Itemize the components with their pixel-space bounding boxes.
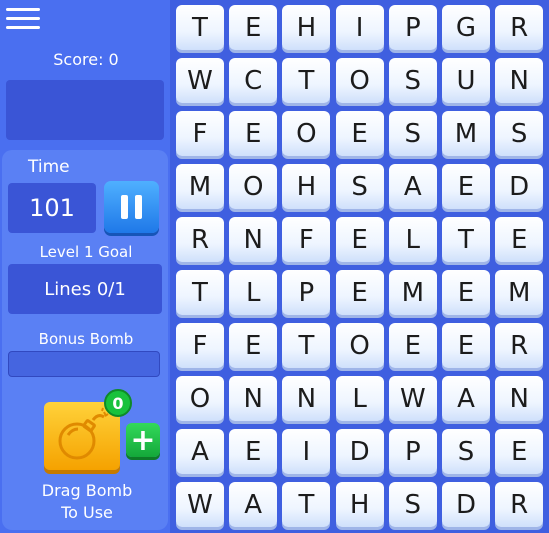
letter-tile[interactable]: N	[495, 58, 544, 103]
letter-tile[interactable]: I	[282, 429, 331, 474]
letter-tile[interactable]: P	[388, 5, 437, 50]
letter-tile[interactable]: E	[442, 323, 490, 368]
letter-tile[interactable]: S	[388, 58, 437, 103]
time-label: Time	[28, 157, 70, 177]
letter-tile[interactable]: O	[176, 376, 224, 421]
letter-tile[interactable]: M	[388, 270, 437, 315]
drag-bomb-line2: To Use	[61, 503, 113, 522]
letter-tile[interactable]: R	[176, 217, 224, 262]
letter-tile[interactable]: S	[335, 164, 384, 209]
pause-button[interactable]	[104, 181, 159, 233]
letter-tile[interactable]: H	[282, 5, 331, 50]
letter-tile[interactable]: S	[388, 482, 437, 527]
letter-tile[interactable]: E	[442, 270, 490, 315]
letter-tile[interactable]: T	[282, 323, 331, 368]
letter-tile[interactable]: T	[282, 482, 331, 527]
letter-tile[interactable]: F	[282, 217, 331, 262]
letter-tile[interactable]: E	[335, 111, 384, 156]
letter-tile[interactable]: A	[442, 376, 490, 421]
time-value: 101	[8, 183, 96, 233]
score-label: Score: 0	[53, 50, 119, 69]
lines-goal: Lines 0/1	[8, 264, 162, 314]
letter-tile[interactable]: H	[282, 164, 331, 209]
letter-tile[interactable]: T	[176, 270, 224, 315]
letter-tile[interactable]: A	[388, 164, 437, 209]
letter-tile[interactable]: E	[388, 323, 437, 368]
letter-tile[interactable]: E	[229, 5, 278, 50]
letter-tile[interactable]: L	[388, 217, 437, 262]
pause-icon-bar	[121, 195, 128, 219]
letter-tile[interactable]: R	[495, 482, 544, 527]
letter-grid: TEHIPGRWCTOSUNFEOESMSMOHSAEDRNFELTETLPEM…	[170, 0, 549, 533]
letter-tile[interactable]: O	[229, 164, 278, 209]
letter-tile[interactable]: T	[282, 58, 331, 103]
letter-tile[interactable]: C	[229, 58, 278, 103]
letter-tile[interactable]: L	[229, 270, 278, 315]
letter-tile[interactable]: W	[176, 58, 224, 103]
letter-tile[interactable]: E	[335, 217, 384, 262]
letter-tile[interactable]: E	[229, 429, 278, 474]
letter-tile[interactable]: A	[229, 482, 278, 527]
pause-icon-bar	[135, 195, 142, 219]
letter-tile[interactable]: G	[442, 5, 490, 50]
letter-tile[interactable]: U	[442, 58, 490, 103]
letter-tile[interactable]: E	[229, 323, 278, 368]
letter-tile[interactable]: O	[335, 323, 384, 368]
letter-tile[interactable]: R	[495, 5, 544, 50]
letter-tile[interactable]: E	[442, 164, 490, 209]
letter-tile[interactable]: P	[388, 429, 437, 474]
letter-tile[interactable]: T	[442, 217, 490, 262]
letter-tile[interactable]: N	[282, 376, 331, 421]
bonus-bomb-progress	[8, 351, 160, 377]
drag-bomb-line1: Drag Bomb	[41, 481, 133, 500]
letter-tile[interactable]: P	[282, 270, 331, 315]
letter-tile[interactable]: E	[495, 429, 544, 474]
letter-tile[interactable]: O	[282, 111, 331, 156]
goal-label: Level 1 Goal	[39, 243, 133, 261]
letter-tile[interactable]: D	[442, 482, 490, 527]
letter-tile[interactable]: N	[495, 376, 544, 421]
letter-tile[interactable]: E	[495, 217, 544, 262]
letter-tile[interactable]: A	[176, 429, 224, 474]
letter-tile[interactable]: O	[335, 58, 384, 103]
letter-tile[interactable]: S	[388, 111, 437, 156]
letter-tile[interactable]: S	[442, 429, 490, 474]
menu-icon[interactable]	[6, 6, 42, 32]
letter-tile[interactable]: E	[335, 270, 384, 315]
letter-tile[interactable]: N	[229, 376, 278, 421]
letter-tile[interactable]: M	[442, 111, 490, 156]
letter-tile[interactable]: F	[176, 323, 224, 368]
letter-tile[interactable]: R	[495, 323, 544, 368]
letter-tile[interactable]: M	[176, 164, 224, 209]
add-bomb-button[interactable]: +	[126, 423, 160, 458]
letter-tile[interactable]: T	[176, 5, 224, 50]
bonus-bomb-label: Bonus Bomb	[38, 330, 134, 348]
letter-tile[interactable]: F	[176, 111, 224, 156]
letter-tile[interactable]: S	[495, 111, 544, 156]
letter-tile[interactable]: I	[335, 5, 384, 50]
letter-tile[interactable]: L	[335, 376, 384, 421]
bomb-count-badge: 0	[104, 389, 132, 417]
letter-tile[interactable]: D	[335, 429, 384, 474]
score-panel	[6, 80, 164, 140]
sidebar: Score: 0 Time 101 Level 1 Goal Lines 0/1…	[0, 0, 168, 533]
letter-tile[interactable]: D	[495, 164, 544, 209]
letter-tile[interactable]: W	[176, 482, 224, 527]
letter-tile[interactable]: M	[495, 270, 544, 315]
drag-bomb-label: Drag Bomb To Use	[0, 480, 174, 524]
letter-tile[interactable]: W	[388, 376, 437, 421]
letter-tile[interactable]: H	[335, 482, 384, 527]
letter-tile[interactable]: N	[229, 217, 278, 262]
letter-tile[interactable]: E	[229, 111, 278, 156]
